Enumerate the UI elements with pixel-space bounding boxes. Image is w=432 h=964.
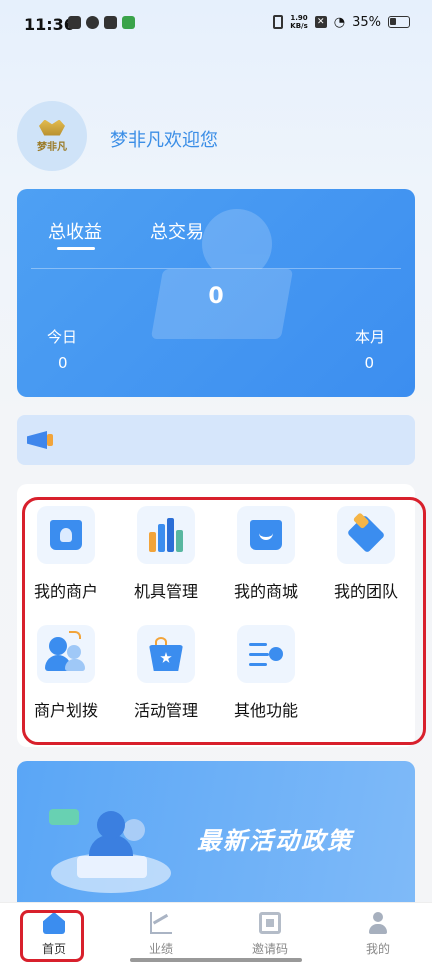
tab-total-transaction[interactable]: 总交易 [150, 218, 204, 244]
activity-basket-icon [137, 625, 195, 683]
app-notification-icon [68, 16, 81, 29]
tab-label: 首页 [41, 942, 66, 956]
home-icon [43, 912, 65, 934]
banner-illustration [47, 801, 177, 901]
func-my-mall[interactable]: 我的商城 [216, 506, 316, 616]
tab-performance[interactable]: 业绩 [121, 912, 201, 957]
month-label: 本月 [354, 328, 385, 346]
performance-chart-icon [150, 912, 172, 934]
notice-bar[interactable] [17, 415, 415, 465]
network-speed: 1.90 KB/s [290, 14, 308, 30]
tab-mine[interactable]: 我的 [338, 912, 418, 957]
transfer-people-icon [37, 625, 95, 683]
wechat-icon [122, 16, 135, 29]
shopping-bag-icon [237, 506, 295, 564]
status-bar: 11:36 1.90 KB/s ✕ ◔ 35% [0, 0, 432, 52]
device-bars-icon [137, 506, 195, 564]
func-label: 其他功能 [233, 701, 298, 720]
team-handshake-icon [337, 506, 395, 564]
bottom-tabbar: 首页 业绩 邀请码 我的 [0, 902, 432, 964]
tab-total-income[interactable]: 总收益 [48, 218, 102, 244]
home-indicator [130, 958, 302, 962]
func-label: 我的商户 [33, 582, 98, 601]
tab-invite-code[interactable]: 邀请码 [230, 912, 310, 957]
func-activity-management[interactable]: 活动管理 [116, 625, 216, 735]
func-label: 我的团队 [333, 582, 398, 601]
month-value: 0 [364, 354, 374, 372]
func-label: 我的商城 [233, 582, 298, 601]
merchant-bag-icon [37, 506, 95, 564]
func-device-management[interactable]: 机具管理 [116, 506, 216, 616]
tab-label: 我的 [365, 942, 390, 956]
sync-icon [86, 16, 99, 29]
status-right: 1.90 KB/s ✕ ◔ 35% [273, 14, 410, 30]
mail-icon [104, 16, 117, 29]
vibrate-icon [273, 15, 284, 29]
activity-policy-banner[interactable]: 最新活动政策 [17, 761, 415, 921]
battery-percent: 35% [352, 14, 381, 30]
func-label: 活动管理 [133, 701, 198, 720]
today-value: 0 [58, 354, 68, 372]
today-label: 今日 [47, 328, 78, 346]
no-sim-icon: ✕ [314, 16, 327, 28]
qrcode-icon [259, 912, 281, 934]
other-functions-icon [237, 625, 295, 683]
func-label: 商户划拨 [33, 701, 98, 720]
func-other-functions[interactable]: 其他功能 [216, 625, 316, 735]
func-merchant-transfer[interactable]: 商户划拨 [16, 625, 116, 735]
tab-label: 业绩 [148, 942, 173, 956]
welcome-text: 梦非凡欢迎您 [110, 130, 218, 151]
user-icon [367, 912, 389, 934]
brand-logo: 梦非凡 [37, 119, 67, 153]
avatar[interactable]: 梦非凡 [17, 101, 87, 171]
func-my-team[interactable]: 我的团队 [316, 506, 416, 616]
func-my-merchants[interactable]: 我的商户 [16, 506, 116, 616]
divider [31, 268, 401, 269]
tab-label: 邀请码 [251, 942, 288, 956]
tab-home[interactable]: 首页 [14, 912, 94, 957]
megaphone-icon [27, 429, 57, 451]
active-tab-indicator [57, 247, 95, 250]
func-label: 机具管理 [133, 582, 198, 601]
wifi-icon: ◔ [333, 14, 346, 30]
revenue-card: 总收益 总交易 0 今日 0 本月 0 [17, 189, 415, 397]
notification-icons [68, 16, 135, 29]
banner-title: 最新活动政策 [197, 827, 353, 855]
battery-icon [388, 16, 410, 28]
total-amount: 0 [208, 284, 224, 309]
